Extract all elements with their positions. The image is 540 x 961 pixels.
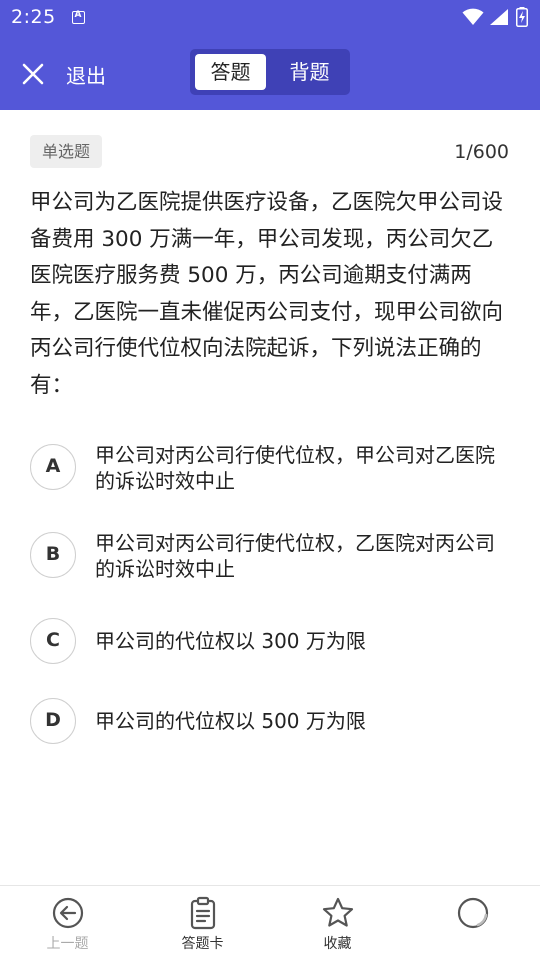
- question-progress: 1/600: [454, 141, 509, 163]
- option-c-text: 甲公司的代位权以 300 万为限: [95, 629, 366, 653]
- exit-label: 退出: [66, 63, 106, 88]
- favorite-button[interactable]: 收藏: [270, 886, 405, 961]
- option-b-text: 甲公司对丙公司行使代位权，乙医院对丙公司的诉讼时效中止: [95, 531, 495, 581]
- clipboard-icon: [190, 896, 215, 930]
- favorite-label: 收藏: [323, 936, 352, 952]
- option-d-letter: D: [30, 698, 76, 744]
- arrow-left-circle-icon: [52, 897, 83, 929]
- bottom-nav: 上一题 答题卡 收藏: [0, 885, 540, 961]
- answer-card-button[interactable]: 答题卡: [135, 886, 270, 961]
- extra-tool-button[interactable]: [405, 886, 540, 961]
- option-a-letter: A: [30, 444, 76, 490]
- star-icon: [322, 897, 353, 927]
- answer-card-label: 答题卡: [181, 936, 224, 952]
- option-c-letter: C: [30, 618, 76, 664]
- top-bar: 2:25 A 退出 答题 背题: [0, 0, 540, 110]
- notification-icon: A: [72, 10, 85, 24]
- question-type-badge: 单选题: [30, 135, 103, 168]
- tab-answer-mode[interactable]: 答题: [195, 54, 266, 90]
- exit-button[interactable]: 退出: [22, 56, 142, 92]
- option-a-text: 甲公司对丙公司行使代位权，甲公司对乙医院的诉讼时效中止: [95, 443, 495, 493]
- notification-glyph: A: [74, 10, 82, 20]
- signal-icon: [490, 9, 508, 25]
- prev-question-label: 上一题: [46, 936, 89, 952]
- prev-question-button[interactable]: 上一题: [0, 886, 135, 961]
- loading-circle-icon: [457, 897, 488, 929]
- tab-review-mode[interactable]: 背题: [274, 54, 345, 90]
- battery-icon: [516, 7, 528, 27]
- header-nav: 退出 答题 背题: [0, 36, 540, 110]
- status-time: 2:25: [11, 6, 56, 28]
- close-icon: [22, 63, 44, 85]
- wifi-icon: [462, 8, 484, 25]
- question-text: 甲公司为乙医院提供医疗设备，乙医院欠甲公司设备费用 300 万满一年，甲公司发现…: [30, 190, 504, 398]
- status-bar: 2:25 A: [0, 0, 540, 36]
- option-b-letter: B: [30, 532, 76, 578]
- option-d-text: 甲公司的代位权以 500 万为限: [95, 709, 366, 733]
- mode-toggle: 答题 背题: [190, 49, 350, 95]
